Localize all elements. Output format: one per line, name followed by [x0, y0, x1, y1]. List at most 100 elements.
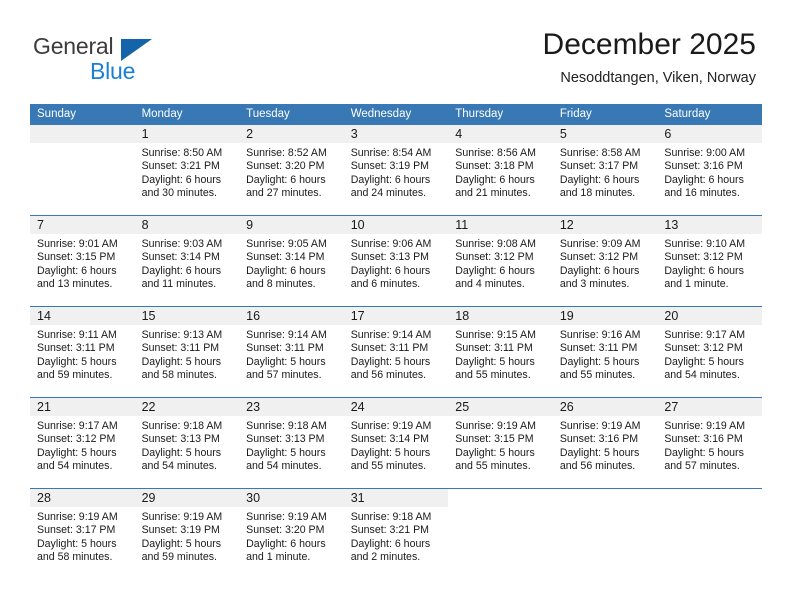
day-detail-line: Daylight: 6 hours	[350, 173, 431, 186]
day-detail-line: and 58 minutes.	[37, 551, 113, 564]
day-detail-line: Sunset: 3:14 PM	[350, 433, 430, 446]
calendar-day-cell[interactable]: 30 Sunrise: 9:19 AM Sunset: 3:20 PM Dayligh…	[239, 488, 344, 579]
day-detail-line: Daylight: 5 hours	[664, 355, 744, 368]
calendar-day-cell[interactable]: 4 Sunrise: 8:56 AM Sunset: 3:18 PM Daylight…	[448, 125, 553, 216]
day-detail-line: Sunrise: 9:03 AM	[141, 238, 223, 250]
day-detail-line: Sunset: 3:14 PM	[141, 251, 220, 264]
calendar-day-cell[interactable]: 22 Sunrise: 9:18 AM Sunset: 3:13 PM Dayligh…	[134, 397, 240, 489]
weekday-header-sunday: Sunday	[30, 104, 135, 125]
day-details	[448, 507, 553, 511]
calendar-empty-cell	[657, 488, 762, 579]
calendar-day-cell[interactable]: 19 Sunrise: 9:16 AM Sunset: 3:11 PM Dayligh…	[552, 306, 658, 398]
day-number: 4	[448, 125, 553, 143]
day-detail-line: Sunset: 3:12 PM	[455, 251, 534, 264]
weekday-header-saturday: Saturday	[657, 104, 762, 125]
weekday-header-friday: Friday	[552, 104, 658, 125]
calendar-week-row: 7 Sunrise: 9:01 AM Sunset: 3:15 PM Daylight…	[30, 215, 762, 307]
day-details: Sunrise: 9:19 AM Sunset: 3:16 PM Daylight:…	[657, 416, 762, 474]
day-detail-line: Sunrise: 9:19 AM	[246, 511, 327, 523]
day-details: Sunrise: 9:05 AM Sunset: 3:14 PM Daylight:…	[239, 234, 344, 292]
calendar-day-cell[interactable]: 11 Sunrise: 9:08 AM Sunset: 3:12 PM Dayligh…	[448, 215, 553, 307]
day-detail-line: Sunrise: 8:50 AM	[141, 147, 223, 159]
calendar-body: 1 Sunrise: 8:50 AM Sunset: 3:21 PM Daylight…	[30, 125, 762, 579]
day-details: Sunrise: 8:50 AM Sunset: 3:21 PM Daylight:…	[135, 143, 240, 201]
day-detail-line: Daylight: 5 hours	[141, 355, 222, 368]
calendar-day-cell[interactable]: 25 Sunrise: 9:19 AM Sunset: 3:15 PM Dayligh…	[448, 397, 553, 489]
day-detail-line: Sunrise: 9:13 AM	[141, 329, 223, 341]
calendar-day-cell[interactable]: 14 Sunrise: 9:11 AM Sunset: 3:11 PM Dayligh…	[30, 306, 135, 398]
day-details: Sunrise: 9:16 AM Sunset: 3:11 PM Daylight:…	[553, 325, 658, 383]
day-number: 6	[657, 125, 762, 143]
day-detail-line: Daylight: 5 hours	[141, 446, 222, 459]
calendar-day-cell[interactable]: 8 Sunrise: 9:03 AM Sunset: 3:14 PM Daylight…	[134, 215, 240, 307]
day-detail-line: and 57 minutes.	[664, 460, 740, 473]
day-detail-line: and 6 minutes.	[350, 278, 421, 291]
day-details: Sunrise: 9:17 AM Sunset: 3:12 PM Daylight:…	[657, 325, 762, 383]
calendar-day-cell[interactable]: 13 Sunrise: 9:10 AM Sunset: 3:12 PM Dayligh…	[657, 215, 762, 307]
calendar-day-cell[interactable]: 2 Sunrise: 8:52 AM Sunset: 3:20 PM Daylight…	[239, 125, 344, 216]
day-number: 25	[448, 398, 553, 416]
day-details: Sunrise: 9:17 AM Sunset: 3:12 PM Daylight:…	[30, 416, 135, 474]
calendar-day-cell[interactable]: 12 Sunrise: 9:09 AM Sunset: 3:12 PM Dayligh…	[552, 215, 658, 307]
calendar-day-cell[interactable]: 9 Sunrise: 9:05 AM Sunset: 3:14 PM Daylight…	[239, 215, 344, 307]
day-number: 30	[239, 489, 344, 507]
day-detail-line: and 55 minutes.	[350, 460, 427, 473]
day-number: 10	[343, 216, 449, 234]
general-blue-logo: General Blue	[33, 33, 213, 85]
day-detail-line: Sunrise: 9:01 AM	[37, 238, 118, 250]
day-detail-line: Sunset: 3:11 PM	[246, 342, 324, 355]
calendar-day-cell[interactable]: 27 Sunrise: 9:19 AM Sunset: 3:16 PM Dayligh…	[657, 397, 762, 489]
day-number: 12	[552, 216, 658, 234]
day-detail-line: Sunrise: 9:08 AM	[455, 238, 536, 250]
day-number: 11	[448, 216, 553, 234]
day-details: Sunrise: 9:19 AM Sunset: 3:19 PM Daylight:…	[135, 507, 240, 565]
day-detail-line: and 58 minutes.	[141, 369, 217, 382]
calendar-day-cell[interactable]: 3 Sunrise: 8:54 AM Sunset: 3:19 PM Daylight…	[343, 125, 449, 216]
calendar-day-cell[interactable]: 20 Sunrise: 9:17 AM Sunset: 3:12 PM Dayligh…	[657, 306, 762, 398]
day-detail-line: Sunrise: 9:00 AM	[664, 147, 746, 159]
calendar-day-cell[interactable]: 5 Sunrise: 8:58 AM Sunset: 3:17 PM Daylight…	[552, 125, 658, 216]
day-detail-line: Sunrise: 9:18 AM	[141, 420, 223, 432]
calendar-day-cell[interactable]: 24 Sunrise: 9:19 AM Sunset: 3:14 PM Dayligh…	[343, 397, 449, 489]
day-detail-line: and 59 minutes.	[37, 369, 113, 382]
day-detail-line: Sunrise: 9:19 AM	[664, 420, 746, 432]
day-detail-line: Daylight: 5 hours	[37, 537, 117, 550]
day-detail-line: Sunrise: 8:56 AM	[455, 147, 536, 159]
calendar-day-cell[interactable]: 29 Sunrise: 9:19 AM Sunset: 3:19 PM Dayligh…	[134, 488, 240, 579]
calendar-day-cell[interactable]: 26 Sunrise: 9:19 AM Sunset: 3:16 PM Dayligh…	[552, 397, 658, 489]
day-detail-line: Sunrise: 8:52 AM	[246, 147, 327, 159]
day-detail-line: Sunset: 3:14 PM	[246, 251, 325, 264]
day-detail-line: Sunset: 3:11 PM	[559, 342, 638, 355]
day-detail-line: Sunrise: 9:18 AM	[246, 420, 327, 432]
day-detail-line: Sunset: 3:17 PM	[559, 160, 639, 173]
calendar-day-cell[interactable]: 31 Sunrise: 9:18 AM Sunset: 3:21 PM Dayligh…	[343, 488, 449, 579]
day-number: 1	[134, 125, 240, 143]
day-detail-line: Sunset: 3:19 PM	[350, 160, 430, 173]
calendar-day-cell[interactable]: 15 Sunrise: 9:13 AM Sunset: 3:11 PM Dayligh…	[134, 306, 240, 398]
calendar-day-cell[interactable]: 1 Sunrise: 8:50 AM Sunset: 3:21 PM Daylight…	[134, 125, 240, 216]
calendar-day-cell[interactable]: 17 Sunrise: 9:14 AM Sunset: 3:11 PM Dayligh…	[343, 306, 449, 398]
calendar-week-row: 14 Sunrise: 9:11 AM Sunset: 3:11 PM Dayligh…	[30, 306, 762, 398]
day-details: Sunrise: 9:19 AM Sunset: 3:17 PM Daylight:…	[30, 507, 135, 565]
calendar-day-cell[interactable]: 21 Sunrise: 9:17 AM Sunset: 3:12 PM Dayligh…	[30, 397, 135, 489]
calendar-day-cell[interactable]: 18 Sunrise: 9:15 AM Sunset: 3:11 PM Dayligh…	[448, 306, 553, 398]
weekday-header-thursday: Thursday	[448, 104, 553, 125]
calendar-day-cell[interactable]: 10 Sunrise: 9:06 AM Sunset: 3:13 PM Dayligh…	[343, 215, 449, 307]
calendar-day-cell[interactable]: 7 Sunrise: 9:01 AM Sunset: 3:15 PM Daylight…	[30, 215, 135, 307]
day-number: 28	[30, 489, 135, 507]
calendar-day-cell[interactable]: 28 Sunrise: 9:19 AM Sunset: 3:17 PM Dayligh…	[30, 488, 135, 579]
day-detail-line: Sunset: 3:13 PM	[350, 251, 430, 264]
calendar-day-cell[interactable]: 16 Sunrise: 9:14 AM Sunset: 3:11 PM Dayligh…	[239, 306, 344, 398]
day-detail-line: Daylight: 5 hours	[350, 355, 431, 368]
day-detail-line: Daylight: 6 hours	[246, 537, 326, 550]
day-detail-line: Daylight: 6 hours	[664, 173, 744, 186]
day-number: 27	[657, 398, 762, 416]
day-details: Sunrise: 9:18 AM Sunset: 3:21 PM Daylight:…	[344, 507, 449, 565]
day-detail-line: and 11 minutes.	[141, 278, 217, 291]
day-detail-line: and 56 minutes.	[559, 460, 636, 473]
calendar-day-cell[interactable]: 23 Sunrise: 9:18 AM Sunset: 3:13 PM Dayligh…	[239, 397, 344, 489]
calendar-day-cell[interactable]: 6 Sunrise: 9:00 AM Sunset: 3:16 PM Daylight…	[657, 125, 762, 216]
day-detail-line: Sunset: 3:18 PM	[455, 160, 534, 173]
day-number: 31	[343, 489, 449, 507]
day-detail-line: and 55 minutes.	[559, 369, 636, 382]
